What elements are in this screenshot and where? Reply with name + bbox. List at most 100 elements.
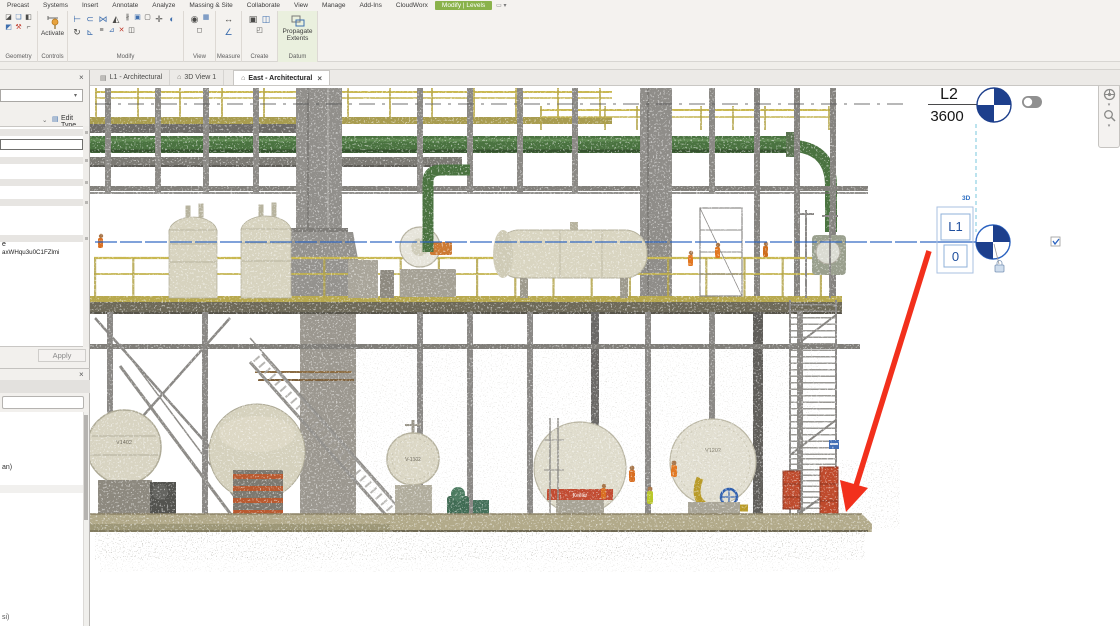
type-selector[interactable] <box>0 89 83 102</box>
scan-id-fragment: axWHqu3u0C1FZlmi <box>2 249 59 256</box>
combo-arrow-icon[interactable]: ⌄ <box>42 116 47 124</box>
panel-label-controls: Controls <box>38 53 67 62</box>
browser-search-input[interactable] <box>2 396 84 409</box>
browser-row-band[interactable] <box>0 485 83 493</box>
view-tab-label: 3D View 1 <box>184 74 216 81</box>
browser-item-fragment[interactable]: si) <box>2 614 9 621</box>
ribbon-tab-cloudworx[interactable]: CloudWorx <box>389 1 435 10</box>
plan-view-icon: ▤ <box>100 74 107 82</box>
close-properties-icon[interactable]: × <box>79 73 84 82</box>
offset-icon[interactable]: ⊂ <box>84 13 96 25</box>
array-icon[interactable]: ≡ <box>97 26 106 35</box>
ribbon-tab-precast[interactable]: Precast <box>0 1 36 10</box>
move-icon[interactable]: ✛ <box>153 13 165 25</box>
property-value-input[interactable] <box>0 139 83 150</box>
split-face-icon[interactable]: ◩ <box>4 23 13 32</box>
trim-icon[interactable]: ⊾ <box>84 26 96 38</box>
chevron-down-icon[interactable]: ▾ <box>1108 124 1111 128</box>
navigation-bar[interactable]: ▾ ▾ <box>1098 86 1120 148</box>
apply-button[interactable]: Apply <box>38 349 86 362</box>
panel-label-measure: Measure <box>216 53 241 62</box>
create-similar-icon[interactable]: ◫ <box>260 13 272 25</box>
align-icon[interactable]: ⊢ <box>71 13 83 25</box>
point-cloud: V1402 V-1302 <box>90 86 900 572</box>
level-elevation-l1[interactable]: 0 <box>944 249 967 264</box>
property-section-header[interactable] <box>0 199 83 206</box>
browser-item-fragment[interactable]: an) <box>2 464 12 471</box>
property-section-header[interactable] <box>0 235 83 242</box>
cope-icon[interactable]: ⌐ <box>24 23 33 32</box>
pin-icon[interactable]: ▣ <box>133 13 142 22</box>
panel-measure: ↔ ∠ Measure <box>216 11 242 62</box>
ribbon-tab-insert[interactable]: Insert <box>75 1 105 10</box>
edit-type-icon: ▤ <box>52 115 59 123</box>
angle-icon[interactable]: ∠ <box>223 26 235 38</box>
split-icon[interactable]: ∦ <box>123 13 132 22</box>
ribbon-tab-view[interactable]: View <box>287 1 315 10</box>
lock-icon[interactable] <box>995 261 1004 273</box>
view-tab-east-architectural[interactable]: ⌂ East - Architectural × <box>233 70 330 85</box>
ribbon-tab-systems[interactable]: Systems <box>36 1 75 10</box>
view-tab-3d-view-1[interactable]: ⌂ 3D View 1 <box>170 70 224 85</box>
ribbon-tab-add-ins[interactable]: Add-Ins <box>352 1 388 10</box>
view-tab-label: East - Architectural <box>248 75 312 82</box>
panel-label-datum: Datum <box>278 53 317 62</box>
isolate-icon[interactable]: ◻ <box>195 26 204 35</box>
close-view-tab-icon[interactable]: × <box>317 74 322 83</box>
level-elevation-l2[interactable]: 3600 <box>924 108 970 125</box>
match-icon[interactable]: ◫ <box>127 26 136 35</box>
activate-button[interactable]: Activate <box>39 13 66 38</box>
ribbon-tab-manage[interactable]: Manage <box>315 1 353 10</box>
steering-wheel-icon[interactable] <box>1103 88 1116 101</box>
hide-icon[interactable]: ◉ <box>189 13 201 25</box>
unpin-icon[interactable]: ▢ <box>143 13 152 22</box>
demolish-icon[interactable]: ⚒ <box>14 23 23 32</box>
mirror-icon[interactable]: ⋈ <box>97 13 109 25</box>
level-name-l1[interactable]: L1 <box>941 219 970 234</box>
mirror-axis-icon[interactable]: ◭ <box>110 13 122 25</box>
extents-checkbox[interactable] <box>1051 237 1060 246</box>
create-assembly-icon[interactable]: ◰ <box>255 26 264 35</box>
close-browser-icon[interactable]: × <box>79 370 84 379</box>
ribbon-tab-massing-site[interactable]: Massing & Site <box>182 1 239 10</box>
propagate-extents-button[interactable]: Propagate Extents <box>279 13 316 43</box>
property-section-header[interactable] <box>0 157 83 164</box>
ribbon-tab-annotate[interactable]: Annotate <box>105 1 145 10</box>
chevron-down-icon: ▾ <box>74 92 77 99</box>
panel-label-modify: Modify <box>68 53 183 62</box>
paint-icon[interactable]: ◧ <box>24 13 33 22</box>
point-cloud-svg: V1402 V-1302 <box>90 86 1120 626</box>
propagate-extents-label: Propagate Extents <box>281 28 314 42</box>
measure-icon[interactable]: ↔ <box>223 13 235 25</box>
ribbon-tab-modify-levels[interactable]: Modify | Levels <box>435 1 492 10</box>
property-value-fragment: e <box>2 241 6 248</box>
ribbon-state-toggle-icon[interactable]: ▭ ▾ <box>496 2 506 9</box>
join-icon[interactable]: ❏ <box>14 13 23 22</box>
properties-palette: × ▾ ⌄ ▤ Edit Type e axWHqu3u0C1FZlmi App… <box>0 70 90 626</box>
delete-icon[interactable]: ✕ <box>117 26 126 35</box>
zoom-icon[interactable] <box>1103 109 1116 122</box>
view-tab-l1-architectural[interactable]: ▤ L1 - Architectural <box>93 70 170 85</box>
ribbon-tab-analyze[interactable]: Analyze <box>145 1 182 10</box>
panel-modify: ⊢ ⊂ ⋈ ◭ ∦ ▣ ▢ ✛ ◐ ↻ ⊾ ≡ ⊿ ✕ ◫ Modify <box>68 11 184 62</box>
panel-label-create: Create <box>242 53 277 62</box>
palette-divider <box>0 368 90 369</box>
rotate-icon[interactable]: ↻ <box>71 26 83 38</box>
copy-icon[interactable]: ◐ <box>166 13 178 25</box>
override-icon[interactable]: ▦ <box>202 13 211 22</box>
property-section-header[interactable] <box>0 129 83 136</box>
scale-icon[interactable]: ⊿ <box>107 26 116 35</box>
property-section-header[interactable] <box>0 179 83 186</box>
browser-scrollbar-thumb[interactable] <box>84 415 88 520</box>
level-name-l2[interactable]: L2 <box>934 86 964 104</box>
propagate-extents-icon <box>290 14 306 28</box>
panel-controls: Activate Controls <box>38 11 68 62</box>
cut-icon[interactable]: ◪ <box>4 13 13 22</box>
ribbon-tab-collaborate[interactable]: Collaborate <box>240 1 287 10</box>
create-group-icon[interactable]: ▣ <box>247 13 259 25</box>
panel-label-geometry: Geometry <box>0 53 37 62</box>
browser-header <box>0 380 90 393</box>
level-3d-extent-label[interactable]: 3D <box>962 195 970 202</box>
chevron-down-icon[interactable]: ▾ <box>1108 103 1111 107</box>
drawing-area[interactable]: V1402 V-1302 <box>90 86 1120 626</box>
